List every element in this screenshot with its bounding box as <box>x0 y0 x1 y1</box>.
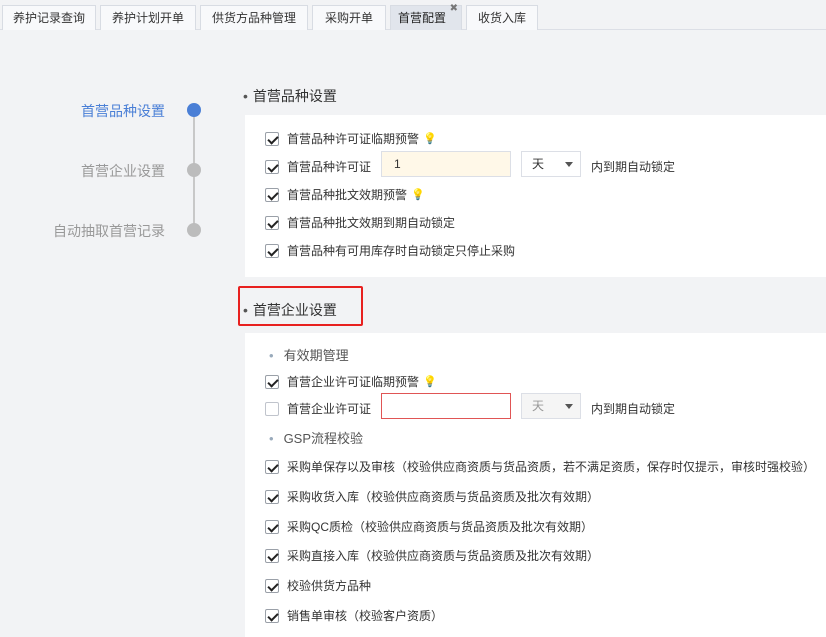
option-label: 采购收货入库（校验供应商资质与货品资质及批次有效期） <box>287 490 600 504</box>
product-license-suffix: 内到期自动锁定 <box>591 160 676 174</box>
checkbox[interactable] <box>265 519 279 534</box>
tab-bar: 养护记录查询 养护计划开单 供货方品种管理 采购开单 首营配置 ✖ 收货入库 <box>0 0 826 30</box>
option-enterprise-license-warning[interactable]: 首营企业许可证临期预警 💡 <box>265 373 437 390</box>
bulb-icon: 💡 <box>411 189 425 201</box>
chevron-down-icon <box>565 162 573 167</box>
option-gsp-purchase-order[interactable]: 采购单保存以及审核（校验供应商资质与货品资质，若不满足资质，保存时仅提示，审核时… <box>265 458 815 475</box>
config-content: 首营品种设置 首营企业设置 自动抽取首营记录 • 首营品种设置 首营品种许可证临期… <box>0 31 826 637</box>
tab-label: 养护计划开单 <box>111 11 184 25</box>
option-label: 首营品种有可用库存时自动锁定只停止采购 <box>287 244 516 258</box>
option-label: 首营品种许可证临期预警 <box>287 132 420 146</box>
checkbox[interactable] <box>265 159 279 174</box>
option-label: 首营品种许可证 <box>287 160 372 174</box>
option-label: 校验供货方品种 <box>287 579 372 593</box>
option-product-license-warning[interactable]: 首营品种许可证临期预警 💡 <box>265 130 437 147</box>
checkbox[interactable] <box>265 374 279 389</box>
tab-label: 首营配置 <box>397 11 446 25</box>
checkbox[interactable] <box>265 215 279 230</box>
step-dot[interactable] <box>187 223 201 237</box>
tab-supplier-products[interactable]: 供货方品种管理 <box>200 5 308 30</box>
option-gsp-sales-review[interactable]: 销售单审核（校验客户资质） <box>265 607 443 624</box>
product-license-unit-select[interactable]: 天 <box>521 151 581 177</box>
section-title-enterprise: • 首营企业设置 <box>243 302 337 318</box>
bulb-icon: 💡 <box>423 376 437 388</box>
option-gsp-qc[interactable]: 采购QC质检（校验供应商资质与货品资质及批次有效期） <box>265 518 593 535</box>
enterprise-settings-panel: • 有效期管理 首营企业许可证临期预警 💡 首营企业许可证 天 内到期自动锁定 •… <box>245 333 826 637</box>
subsection-validity: • 有效期管理 <box>269 348 349 363</box>
checkbox[interactable] <box>265 548 279 563</box>
step-dot-active[interactable] <box>187 103 201 117</box>
bulb-icon: 💡 <box>423 133 437 145</box>
checkbox[interactable] <box>265 489 279 504</box>
tab-maintenance-query[interactable]: 养护记录查询 <box>2 5 96 30</box>
step-product-settings[interactable]: 首营品种设置 <box>81 101 165 121</box>
section-title-product: • 首营品种设置 <box>243 88 337 104</box>
enterprise-license-days-input[interactable] <box>381 393 511 419</box>
option-label: 采购直接入库（校验供应商资质与货品资质及批次有效期） <box>287 549 600 563</box>
option-gsp-supplier-products[interactable]: 校验供货方品种 <box>265 577 371 594</box>
enterprise-license-suffix: 内到期自动锁定 <box>591 402 676 416</box>
tab-goods-receipt[interactable]: 收货入库 <box>466 5 538 30</box>
checkbox[interactable] <box>265 578 279 593</box>
option-enterprise-license[interactable]: 首营企业许可证 <box>265 400 371 417</box>
step-auto-extract[interactable]: 自动抽取首营记录 <box>53 221 165 241</box>
tab-purchase-order[interactable]: 采购开单 <box>312 5 386 30</box>
tab-first-business-config[interactable]: 首营配置 ✖ <box>390 2 462 30</box>
option-label: 首营企业许可证临期预警 <box>287 375 420 389</box>
tab-label: 养护记录查询 <box>12 11 85 25</box>
option-label: 销售单审核（校验客户资质） <box>287 609 444 623</box>
option-label: 首营品种批文效期到期自动锁定 <box>287 216 456 230</box>
option-label: 首营企业许可证 <box>287 402 372 416</box>
step-dot[interactable] <box>187 163 201 177</box>
option-label: 采购单保存以及审核（校验供应商资质与货品资质，若不满足资质，保存时仅提示，审核时… <box>287 460 816 474</box>
checkbox[interactable] <box>265 401 279 416</box>
tab-label: 供货方品种管理 <box>211 11 296 25</box>
product-license-days-input[interactable]: 1 <box>381 151 511 177</box>
option-label: 采购QC质检（校验供应商资质与货品资质及批次有效期） <box>287 520 594 534</box>
option-gsp-receipt[interactable]: 采购收货入库（校验供应商资质与货品资质及批次有效期） <box>265 488 599 505</box>
checkbox[interactable] <box>265 131 279 146</box>
product-settings-panel: 首营品种许可证临期预警 💡 首营品种许可证 1 天 内到期自动锁定 首营品种批文… <box>245 115 826 277</box>
checkbox[interactable] <box>265 459 279 474</box>
tab-label: 收货入库 <box>477 11 526 25</box>
checkbox[interactable] <box>265 187 279 202</box>
option-product-license[interactable]: 首营品种许可证 <box>265 158 371 175</box>
chevron-down-icon <box>565 404 573 409</box>
tab-maintenance-plan[interactable]: 养护计划开单 <box>100 5 196 30</box>
option-label: 首营品种批文效期预警 <box>287 188 408 202</box>
option-gsp-direct-inbound[interactable]: 采购直接入库（校验供应商资质与货品资质及批次有效期） <box>265 547 599 564</box>
subsection-gsp: • GSP流程校验 <box>269 431 364 446</box>
option-product-stock-lock[interactable]: 首营品种有可用库存时自动锁定只停止采购 <box>265 242 515 259</box>
checkbox[interactable] <box>265 608 279 623</box>
checkbox[interactable] <box>265 243 279 258</box>
option-product-approval-warning[interactable]: 首营品种批文效期预警 💡 <box>265 186 425 203</box>
close-icon[interactable]: ✖ <box>450 2 458 16</box>
tab-label: 采购开单 <box>324 11 373 25</box>
enterprise-license-unit-select[interactable]: 天 <box>521 393 581 419</box>
option-product-approval-lock[interactable]: 首营品种批文效期到期自动锁定 <box>265 214 455 231</box>
step-enterprise-settings[interactable]: 首营企业设置 <box>81 161 165 181</box>
